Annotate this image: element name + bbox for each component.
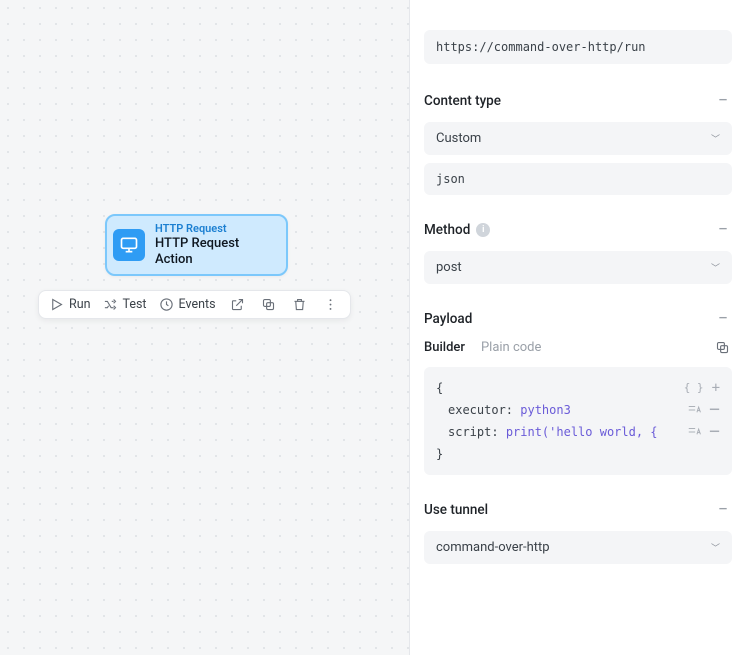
- minus-icon: −: [718, 501, 728, 519]
- payload-title: Payload: [424, 311, 472, 327]
- insert-braces-button[interactable]: { }: [684, 377, 704, 399]
- events-label: Events: [179, 297, 216, 312]
- external-link-icon: [230, 297, 245, 312]
- url-input[interactable]: https://command-over-http/run: [424, 30, 732, 64]
- node-text: HTTP Request HTTP Request Action: [155, 222, 276, 268]
- section-use-tunnel: Use tunnel − command-over-http ﹀: [424, 501, 732, 564]
- text-format-icon[interactable]: [687, 425, 701, 439]
- test-button[interactable]: Test: [103, 297, 147, 312]
- payload-line1-val: python3: [520, 403, 571, 417]
- code-open-brace: {: [436, 377, 684, 399]
- payload-line2-val: print('hello world, {: [506, 425, 658, 439]
- payload-line1-key: executor: [448, 403, 506, 417]
- content-type-code-value: json: [436, 172, 465, 186]
- minus-icon: −: [718, 310, 728, 328]
- code-close-brace: }: [436, 443, 720, 465]
- payload-line2-key: script: [448, 425, 491, 439]
- collapse-content-type[interactable]: −: [714, 92, 732, 110]
- add-line-button[interactable]: +: [712, 381, 720, 395]
- chevron-down-icon: ﹀: [711, 541, 720, 554]
- text-format-icon[interactable]: [687, 403, 701, 417]
- open-external-button[interactable]: [228, 297, 247, 312]
- section-payload: Payload − Builder Plain code {: [424, 310, 732, 475]
- method-title: Method: [424, 222, 470, 238]
- use-tunnel-title: Use tunnel: [424, 502, 488, 518]
- inspector-panel: https://command-over-http/run Content ty…: [410, 0, 746, 655]
- content-type-select[interactable]: Custom ﹀: [424, 122, 732, 155]
- url-value: https://command-over-http/run: [436, 40, 646, 54]
- info-icon[interactable]: i: [476, 223, 490, 237]
- section-content-type: Content type − Custom ﹀ json: [424, 92, 732, 195]
- copy-button[interactable]: [259, 297, 278, 312]
- node-http-request[interactable]: HTTP Request HTTP Request Action: [105, 214, 288, 276]
- events-button[interactable]: Events: [159, 297, 216, 312]
- node-title: HTTP Request Action: [155, 236, 276, 269]
- test-label: Test: [123, 297, 147, 312]
- method-select-value: post: [436, 260, 462, 275]
- more-button[interactable]: [321, 297, 340, 312]
- use-tunnel-select-value: command-over-http: [436, 540, 550, 555]
- delete-button[interactable]: [290, 297, 309, 312]
- remove-line-button[interactable]: −: [709, 423, 720, 441]
- section-method: Method i − post ﹀: [424, 221, 732, 284]
- play-icon: [49, 297, 64, 312]
- collapse-payload[interactable]: −: [714, 310, 732, 328]
- content-type-code-input[interactable]: json: [424, 163, 732, 195]
- chevron-down-icon: ﹀: [711, 261, 720, 274]
- method-select[interactable]: post ﹀: [424, 251, 732, 284]
- minus-icon: −: [718, 92, 728, 110]
- chevron-down-icon: ﹀: [711, 132, 720, 145]
- trash-icon: [292, 297, 307, 312]
- copy-icon: [261, 297, 276, 312]
- node-type-label: HTTP Request: [155, 222, 276, 236]
- content-type-select-value: Custom: [436, 131, 481, 146]
- content-type-title: Content type: [424, 93, 501, 109]
- monitor-icon: [113, 229, 145, 261]
- node-toolbar: Run Test Events: [38, 290, 351, 319]
- run-label: Run: [69, 297, 91, 312]
- more-vertical-icon: [323, 297, 338, 312]
- workflow-canvas[interactable]: HTTP Request HTTP Request Action Run Tes…: [0, 0, 410, 655]
- tab-builder[interactable]: Builder: [424, 340, 465, 355]
- collapse-use-tunnel[interactable]: −: [714, 501, 732, 519]
- copy-payload-button[interactable]: [713, 340, 732, 355]
- tab-plain-code[interactable]: Plain code: [481, 340, 541, 355]
- minus-icon: −: [718, 221, 728, 239]
- payload-editor[interactable]: { { } + executor: python3 −: [424, 367, 732, 475]
- shuffle-icon: [103, 297, 118, 312]
- remove-line-button[interactable]: −: [709, 401, 720, 419]
- run-button[interactable]: Run: [49, 297, 91, 312]
- clock-icon: [159, 297, 174, 312]
- use-tunnel-select[interactable]: command-over-http ﹀: [424, 531, 732, 564]
- copy-icon: [715, 340, 730, 355]
- collapse-method[interactable]: −: [714, 221, 732, 239]
